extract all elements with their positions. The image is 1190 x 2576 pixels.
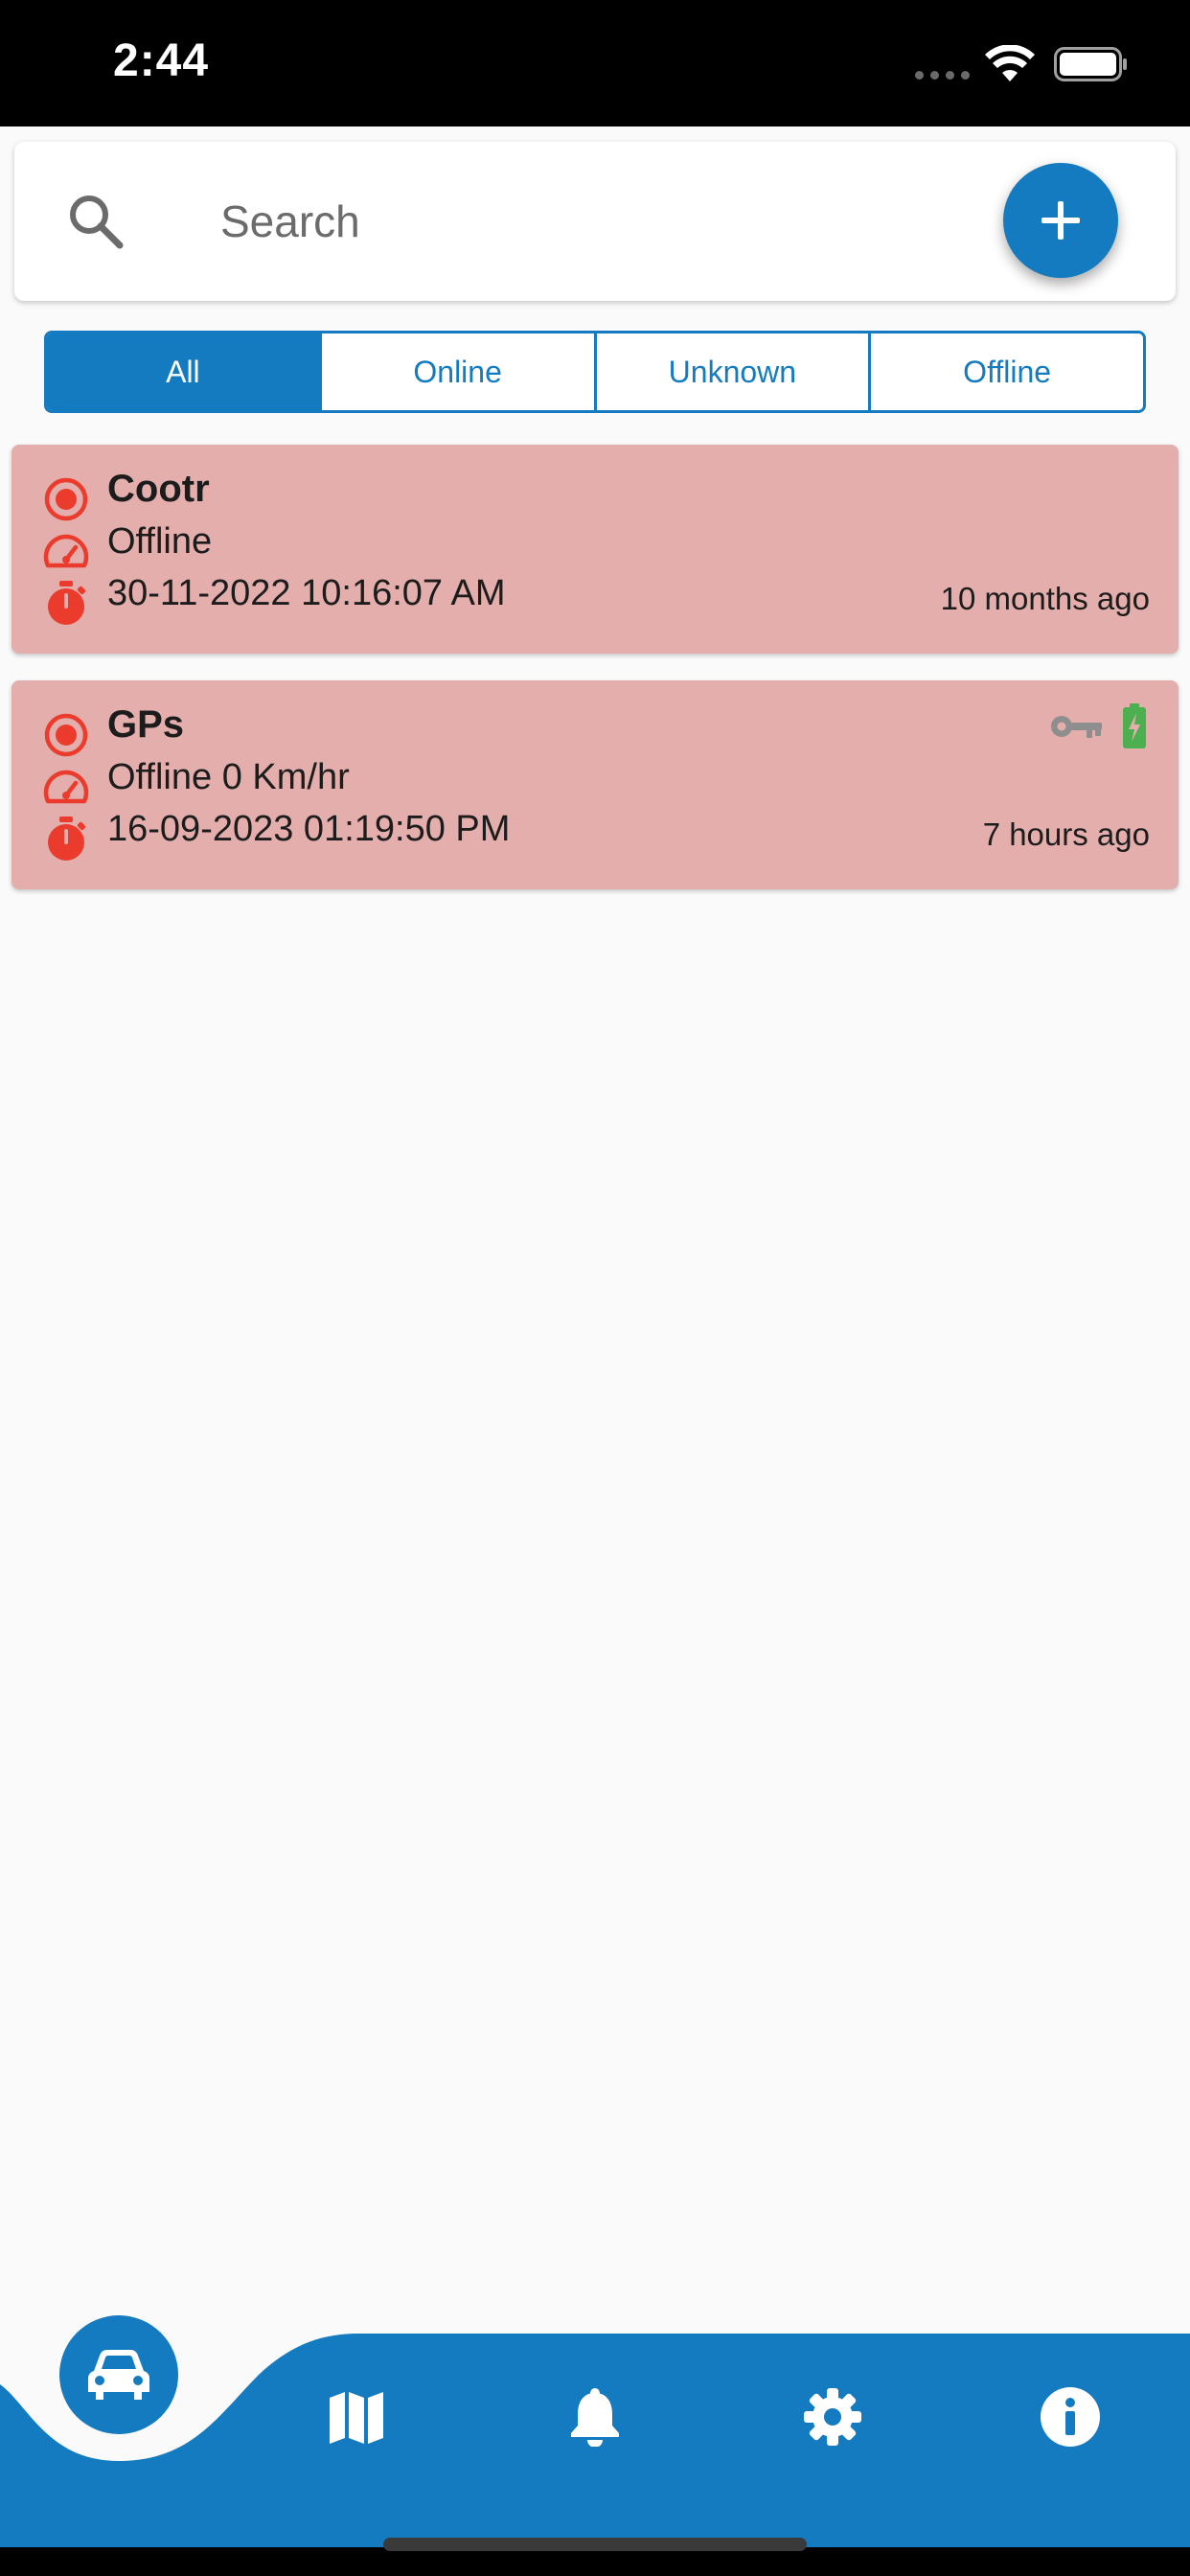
filter-offline[interactable]: Offline xyxy=(868,334,1143,410)
filter-online[interactable]: Online xyxy=(318,334,594,410)
bottom-navigation xyxy=(0,2300,1190,2576)
home-indicator xyxy=(383,2538,807,2551)
device-status: Offline 0 Km/hr xyxy=(107,757,350,797)
device-status: Offline xyxy=(107,521,213,562)
filter-all[interactable]: All xyxy=(47,334,319,410)
nav-info-button[interactable] xyxy=(1032,2379,1109,2455)
status-bar: 2:44 xyxy=(0,0,1190,126)
nav-settings-button[interactable] xyxy=(794,2379,871,2455)
status-filter: All Online Unknown Offline xyxy=(44,331,1146,413)
map-icon xyxy=(330,2392,383,2444)
search-icon xyxy=(70,196,124,249)
last-update-time: 30-11-2022 10:16:07 AM xyxy=(107,573,506,613)
radio-button-icon xyxy=(44,713,88,757)
device-name: GPs xyxy=(107,703,185,746)
speedometer-icon xyxy=(43,770,89,804)
info-icon xyxy=(1041,2387,1100,2447)
device-card[interactable]: GPs Offline 0 Km/hr 16-09-2023 01:19:50 … xyxy=(11,680,1179,889)
last-update-time: 16-09-2023 01:19:50 PM xyxy=(107,809,511,849)
key-icon xyxy=(1051,716,1102,738)
nav-vehicles-button[interactable] xyxy=(59,2315,178,2434)
add-device-button[interactable] xyxy=(1003,163,1118,278)
status-time: 2:44 xyxy=(113,35,210,86)
bell-icon xyxy=(571,2388,619,2447)
timer-icon xyxy=(48,581,86,625)
search-input[interactable] xyxy=(220,182,968,261)
device-name: Cootr xyxy=(107,468,210,510)
battery-icon xyxy=(1054,47,1127,81)
speedometer-icon xyxy=(43,534,89,568)
relative-time: 10 months ago xyxy=(940,581,1150,616)
relative-time: 7 hours ago xyxy=(982,816,1150,852)
filter-unknown[interactable]: Unknown xyxy=(593,334,869,410)
gear-icon xyxy=(804,2388,861,2446)
car-icon xyxy=(88,2350,149,2400)
nav-map-button[interactable] xyxy=(318,2379,395,2455)
nav-notifications-button[interactable] xyxy=(557,2379,633,2455)
radio-button-icon xyxy=(44,477,88,521)
cellular-signal-icon xyxy=(915,71,970,80)
search-bar xyxy=(14,142,1176,301)
timer-icon xyxy=(48,816,86,861)
battery-charging-icon xyxy=(1123,703,1146,748)
wifi-icon xyxy=(985,45,1035,81)
plus-icon xyxy=(1041,201,1080,240)
device-card[interactable]: Cootr Offline 30-11-2022 10:16:07 AM 10 … xyxy=(11,445,1179,654)
